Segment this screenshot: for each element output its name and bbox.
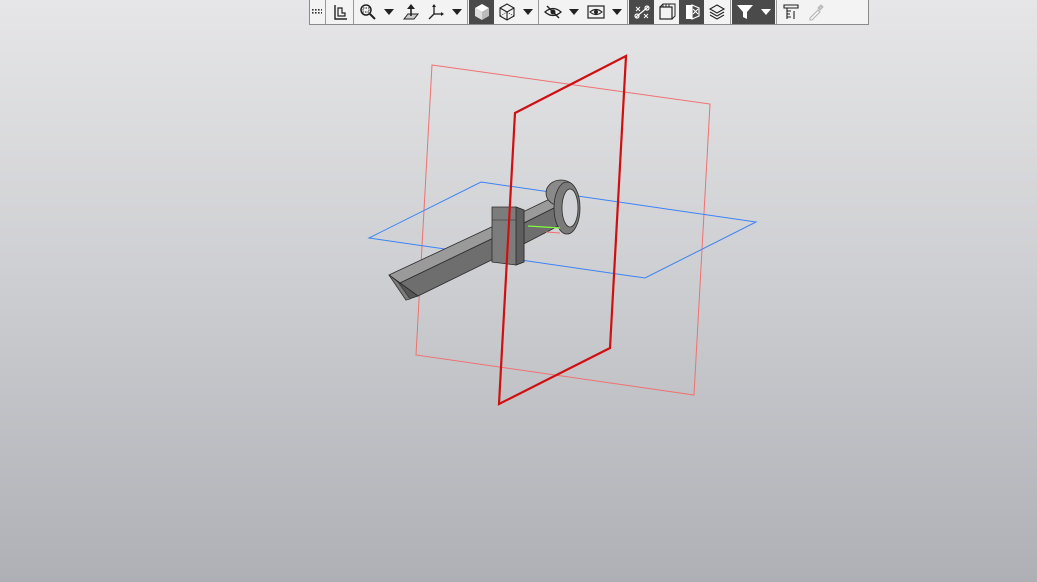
chevron-down-icon <box>384 9 394 15</box>
perspective-icon <box>685 4 700 20</box>
layers-icon <box>708 4 725 20</box>
shaded-display-button[interactable] <box>469 0 494 24</box>
chevron-down-icon <box>612 9 622 15</box>
orientation-button[interactable] <box>327 0 352 24</box>
chevron-down-icon <box>569 9 579 15</box>
normal-to-icon <box>402 4 419 20</box>
filter-icon <box>736 5 753 19</box>
show-hidden-button[interactable] <box>583 0 608 24</box>
show-constraints-button[interactable] <box>629 0 654 24</box>
eyedropper-icon <box>808 4 824 21</box>
model-scene[interactable] <box>0 0 1037 582</box>
display-mode-dropdown[interactable] <box>519 0 537 24</box>
zoom-dropdown[interactable] <box>380 0 398 24</box>
section-view-button[interactable] <box>654 0 679 24</box>
shaded-cube-icon <box>474 4 489 20</box>
grip-dots-icon <box>312 9 322 14</box>
chevron-down-icon <box>523 9 533 15</box>
layers-button[interactable] <box>704 0 729 24</box>
filter-dropdown[interactable] <box>757 0 775 24</box>
zoom-window-icon <box>359 4 376 20</box>
view-orientation-dropdown[interactable] <box>448 0 466 24</box>
hide-dropdown[interactable] <box>565 0 583 24</box>
perspective-button[interactable] <box>679 0 704 24</box>
chevron-down-icon <box>761 9 771 15</box>
toolbar-grip[interactable] <box>310 0 324 24</box>
axes-icon <box>428 4 444 20</box>
part-body[interactable] <box>388 179 581 301</box>
wireframe-display-button[interactable] <box>494 0 519 24</box>
view-toolbar <box>309 0 869 25</box>
filter-button[interactable] <box>732 0 757 24</box>
chevron-down-icon <box>452 9 462 15</box>
wireframe-cube-icon <box>498 3 515 21</box>
eyedropper-button <box>803 0 828 24</box>
3d-viewport[interactable] <box>0 0 1037 582</box>
constraints-icon <box>633 5 650 19</box>
show-hidden-dropdown[interactable] <box>608 0 626 24</box>
section-view-icon <box>658 3 675 20</box>
measure-button[interactable] <box>778 0 803 24</box>
orientation-icon <box>333 5 347 20</box>
normal-to-button[interactable] <box>398 0 423 24</box>
view-orientation-button[interactable] <box>423 0 448 24</box>
show-eye-icon <box>586 5 605 19</box>
zoom-button[interactable] <box>355 0 380 24</box>
hide-button[interactable] <box>540 0 565 24</box>
measure-icon <box>782 4 799 19</box>
hide-eye-icon <box>543 5 562 19</box>
